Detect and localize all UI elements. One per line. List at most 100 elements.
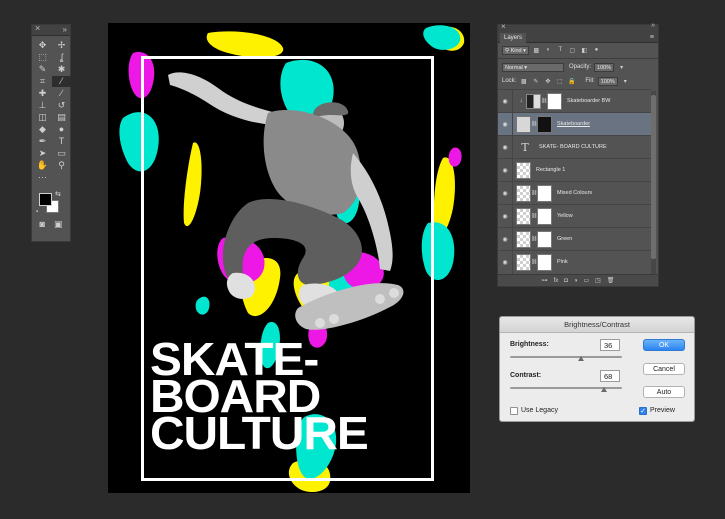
opacity-input[interactable]: 100%	[594, 62, 615, 72]
close-icon[interactable]: ×	[35, 23, 40, 33]
artboard-tool-icon[interactable]: ✢	[52, 40, 71, 51]
filter-toggle-icon[interactable]: ●	[592, 46, 601, 55]
collapse-icon[interactable]: »	[651, 22, 655, 29]
eraser-tool-icon[interactable]: ◫	[33, 112, 52, 123]
layer-mask-thumbnail[interactable]	[537, 230, 552, 248]
smart-object-filter-icon[interactable]: ◧	[580, 46, 589, 55]
layer-row[interactable]: ◉ ⛓ Pink	[498, 250, 651, 274]
contrast-slider-knob[interactable]	[601, 387, 607, 392]
auto-button[interactable]: Auto	[643, 386, 685, 398]
chevron-down-icon[interactable]: ▾	[621, 77, 630, 86]
visibility-eye-icon[interactable]: ◉	[498, 144, 512, 151]
quick-mask-icon[interactable]: ◙	[40, 219, 45, 230]
cancel-button[interactable]: Cancel	[643, 363, 685, 375]
brightness-input[interactable]	[600, 339, 620, 351]
visibility-eye-icon[interactable]: ◉	[498, 259, 512, 266]
blend-mode-select[interactable]: Normal ▾	[502, 62, 564, 72]
panel-menu-icon[interactable]: ≡	[650, 33, 654, 43]
visibility-eye-icon[interactable]: ◉	[498, 213, 512, 220]
layer-mask-thumbnail[interactable]	[537, 184, 552, 202]
magic-wand-tool-icon[interactable]: ✱	[52, 64, 71, 75]
preview-checkbox[interactable]: ✓	[639, 407, 647, 415]
brightness-slider-knob[interactable]	[578, 356, 584, 361]
shape-filter-icon[interactable]: ▢	[568, 46, 577, 55]
edit-toolbar-icon[interactable]	[52, 172, 71, 183]
tab-layers[interactable]: Layers	[500, 33, 527, 43]
layer-mask-thumbnail[interactable]	[547, 92, 562, 110]
more-tools-icon[interactable]: ···	[33, 172, 52, 183]
blur-tool-icon[interactable]: ◆	[33, 124, 52, 135]
type-tool-icon[interactable]: T	[52, 136, 71, 147]
lock-transparent-icon[interactable]: ▩	[519, 77, 528, 86]
type-filter-icon[interactable]: T	[556, 46, 565, 55]
layer-mask-thumbnail[interactable]	[537, 253, 552, 271]
chevron-down-icon[interactable]: ▾	[617, 63, 626, 72]
new-adjustment-icon[interactable]: ◑	[574, 278, 578, 284]
layer-row[interactable]: ◉ Rectangle 1	[498, 158, 651, 182]
lock-all-icon[interactable]: 🔒	[567, 77, 576, 86]
path-select-tool-icon[interactable]: ➤	[33, 148, 52, 159]
ok-button[interactable]: OK	[643, 339, 685, 351]
layer-row[interactable]: ◉ ⛓ Mixed Colours	[498, 181, 651, 205]
visibility-eye-icon[interactable]: ◉	[498, 98, 512, 105]
collapse-icon[interactable]: »	[63, 25, 67, 34]
blend-row: Normal ▾ Opacity: 100% ▾	[498, 60, 658, 74]
close-icon[interactable]: ×	[501, 22, 506, 31]
crop-tool-icon[interactable]: ⌗	[33, 76, 52, 87]
contrast-input[interactable]	[600, 370, 620, 382]
use-legacy-label: Use Legacy	[521, 407, 558, 414]
layers-panel-header[interactable]: × »	[498, 22, 658, 33]
layer-row[interactable]: ◉ ↓ ⛓ Skateboarder BW	[498, 89, 651, 113]
clone-stamp-tool-icon[interactable]: ⊥	[33, 100, 52, 111]
use-legacy-checkbox[interactable]	[510, 407, 518, 415]
new-layer-icon[interactable]: ◳	[595, 277, 601, 284]
adjustment-filter-icon[interactable]: ◐	[544, 46, 553, 55]
pen-tool-icon[interactable]: ✒	[33, 136, 52, 147]
visibility-eye-icon[interactable]: ◉	[498, 167, 512, 174]
eyedropper-tool-icon[interactable]: ⁄	[52, 76, 71, 87]
visibility-eye-icon[interactable]: ◉	[498, 121, 512, 128]
brightness-slider-track[interactable]	[510, 356, 622, 358]
history-brush-tool-icon[interactable]: ↺	[52, 100, 71, 111]
foreground-color-swatch[interactable]	[39, 193, 52, 206]
lasso-tool-icon[interactable]: ʆ	[52, 52, 71, 63]
layer-mask-thumbnail[interactable]	[537, 207, 552, 225]
lock-image-icon[interactable]: ✎	[531, 77, 540, 86]
new-group-icon[interactable]: ▭	[583, 277, 589, 284]
hand-tool-icon[interactable]: ✋	[33, 160, 52, 171]
dialog-title[interactable]: Brightness/Contrast	[500, 317, 694, 333]
pixel-filter-icon[interactable]: ▩	[532, 46, 541, 55]
move-tool-icon[interactable]: ✥	[33, 40, 52, 51]
zoom-tool-icon[interactable]: ⚲	[52, 160, 71, 171]
fill-input[interactable]: 100%	[597, 76, 618, 86]
layer-row[interactable]: ◉ T SKATE- BOARD CULTURE	[498, 135, 651, 159]
brush-tool-icon[interactable]: ∕	[52, 88, 71, 99]
dodge-tool-icon[interactable]: ●	[52, 124, 71, 135]
swap-colors-icon[interactable]: ⇆	[55, 190, 61, 198]
add-mask-icon[interactable]: ◘	[564, 278, 568, 284]
scrollbar-thumb[interactable]	[651, 95, 656, 259]
document-canvas[interactable]: SKATE- BOARD CULTURE	[108, 23, 470, 493]
default-colors-icon[interactable]: ▪	[36, 209, 38, 215]
tools-panel-header[interactable]: × »	[32, 23, 70, 36]
layer-mask-thumbnail[interactable]	[537, 115, 552, 133]
fx-icon[interactable]: fx	[554, 278, 559, 284]
layer-name: Skateboarder	[557, 121, 591, 127]
layer-row[interactable]: ◉ ⛓ Yellow	[498, 204, 651, 228]
layers-scrollbar[interactable]	[651, 91, 656, 275]
layer-row[interactable]: ◉ ⛓ Skateboarder	[498, 112, 651, 136]
lock-position-icon[interactable]: ✥	[543, 77, 552, 86]
link-layers-icon[interactable]: ⊶	[542, 277, 548, 284]
shape-tool-icon[interactable]: ▭	[52, 148, 71, 159]
visibility-eye-icon[interactable]: ◉	[498, 236, 512, 243]
quick-select-tool-icon[interactable]: ✎	[33, 64, 52, 75]
marquee-tool-icon[interactable]: ⬚	[33, 52, 52, 63]
gradient-tool-icon[interactable]: ▤	[52, 112, 71, 123]
delete-layer-icon[interactable]: 🗑	[607, 277, 615, 284]
layer-row[interactable]: ◉ ⛓ Green	[498, 227, 651, 251]
visibility-eye-icon[interactable]: ◉	[498, 190, 512, 197]
healing-brush-tool-icon[interactable]: ✚	[33, 88, 52, 99]
screen-mode-icon[interactable]: ▣	[54, 219, 63, 230]
filter-kind-select[interactable]: ⚲ Kind ▾	[502, 45, 529, 55]
lock-artboard-icon[interactable]: ⬚	[555, 77, 564, 86]
